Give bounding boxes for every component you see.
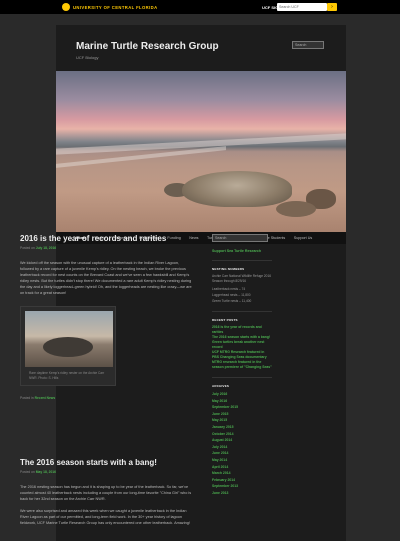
post-date-link[interactable]: July 18, 2016 xyxy=(36,246,56,250)
archive-link[interactable]: April 2014 xyxy=(212,464,272,471)
ucf-search-input[interactable]: Search UCF xyxy=(277,3,327,11)
meta-prefix: Posted on xyxy=(20,470,35,474)
post-title[interactable]: 2016 is the year of records and rarities xyxy=(20,234,192,243)
post-figure: Rare daytime Kemp's ridley nester on the… xyxy=(20,306,116,386)
support-link[interactable]: Support Sea Turtle Research xyxy=(212,249,272,253)
recent-post-link[interactable]: UCF MTRG Research featured in PBS Changi… xyxy=(212,350,272,360)
post-body: We kicked off the season with the unusua… xyxy=(20,261,192,295)
nesting-stat: Leatherback nests – 74 xyxy=(212,287,246,291)
sidebar-search-input[interactable]: Search xyxy=(212,234,268,242)
post-body: We were also surprised and amazed this w… xyxy=(20,509,190,525)
archive-link[interactable]: September 2013 xyxy=(212,483,272,490)
pegasus-icon xyxy=(62,3,70,11)
archive-link[interactable]: October 2014 xyxy=(212,431,272,438)
archive-link[interactable]: August 2014 xyxy=(212,437,272,444)
ucf-logo[interactable]: UNIVERSITY OF CENTRAL FLORIDA xyxy=(62,3,158,11)
recent-post-link[interactable]: 2016 is the year of records and rarities xyxy=(212,325,272,335)
figure-photo xyxy=(25,311,113,367)
archive-link[interactable]: February 2014 xyxy=(212,477,272,484)
figure-caption: Rare daytime Kemp's ridley nester on the… xyxy=(29,371,105,380)
recent-post-link[interactable]: MTRG research featured in the season pre… xyxy=(212,360,272,370)
recent-posts-heading: RECENT POSTS xyxy=(212,318,238,322)
turtle-shell xyxy=(182,171,292,207)
nesting-intro: Archie Carr National Wildlife Refuge 201… xyxy=(212,274,271,283)
site-subtitle: UCF Biology xyxy=(76,55,99,60)
post-meta: Posted on May 18, 2016 xyxy=(20,470,192,474)
archive-link[interactable]: May 2015 xyxy=(212,417,272,424)
divider xyxy=(212,377,272,378)
archive-link[interactable]: June 2014 xyxy=(212,450,272,457)
post-category: Posted in Recent News xyxy=(20,396,192,400)
meta-prefix: Posted on xyxy=(20,246,35,250)
recent-post-link[interactable]: Green turtles break another nest record xyxy=(212,340,272,350)
rock xyxy=(276,201,316,217)
archive-link[interactable]: March 2014 xyxy=(212,470,272,477)
post-date-link[interactable]: May 18, 2016 xyxy=(36,470,56,474)
post-title[interactable]: The 2016 season starts with a bang! xyxy=(20,458,192,467)
site-search-input[interactable]: Search xyxy=(292,41,324,49)
archive-link[interactable]: January 2015 xyxy=(212,424,272,431)
ucf-search-button[interactable]: › xyxy=(327,3,337,11)
archive-link[interactable]: July 2016 xyxy=(212,391,272,398)
archives-heading: ARCHIVES xyxy=(212,384,230,388)
site-title[interactable]: Marine Turtle Research Group xyxy=(76,41,219,52)
ucf-wordmark: UNIVERSITY OF CENTRAL FLORIDA xyxy=(73,4,158,10)
figure-turtle xyxy=(43,337,93,357)
post-meta: Posted on July 18, 2016 xyxy=(20,246,192,250)
archive-link[interactable]: July 2014 xyxy=(212,444,272,451)
category-link[interactable]: Recent News xyxy=(35,396,56,400)
ucf-topbar: UNIVERSITY OF CENTRAL FLORIDA UCF SIGN I… xyxy=(0,0,400,14)
nesting-stat: Green Turtle nests – 11,400 xyxy=(212,299,252,303)
archive-link[interactable]: May 2014 xyxy=(212,457,272,464)
post-body: The 2016 nesting season has begun and it… xyxy=(20,485,192,501)
archive-link[interactable]: June 2013 xyxy=(212,490,272,497)
archives-list: July 2016 May 2016 September 2015 June 2… xyxy=(212,391,272,497)
divider xyxy=(212,311,272,312)
archive-link[interactable]: May 2016 xyxy=(212,398,272,405)
post-1: 2016 is the year of records and rarities… xyxy=(20,234,192,400)
sidebar: Search Support Sea Turtle Research NESTI… xyxy=(212,234,272,497)
post-2: The 2016 season starts with a bang! Post… xyxy=(20,458,192,526)
recent-posts-list: 2016 is the year of records and rarities… xyxy=(212,325,272,370)
nesting-stat: Loggerhead nests – 11,800 xyxy=(212,293,251,297)
hero-image xyxy=(56,71,346,232)
nesting-heading: NESTING NUMBERS xyxy=(212,267,245,271)
archive-link[interactable]: September 2015 xyxy=(212,404,272,411)
category-prefix: Posted in xyxy=(20,396,34,400)
divider xyxy=(212,260,272,261)
nav-support-us[interactable]: Support Us xyxy=(294,236,312,240)
archive-link[interactable]: June 2015 xyxy=(212,411,272,418)
